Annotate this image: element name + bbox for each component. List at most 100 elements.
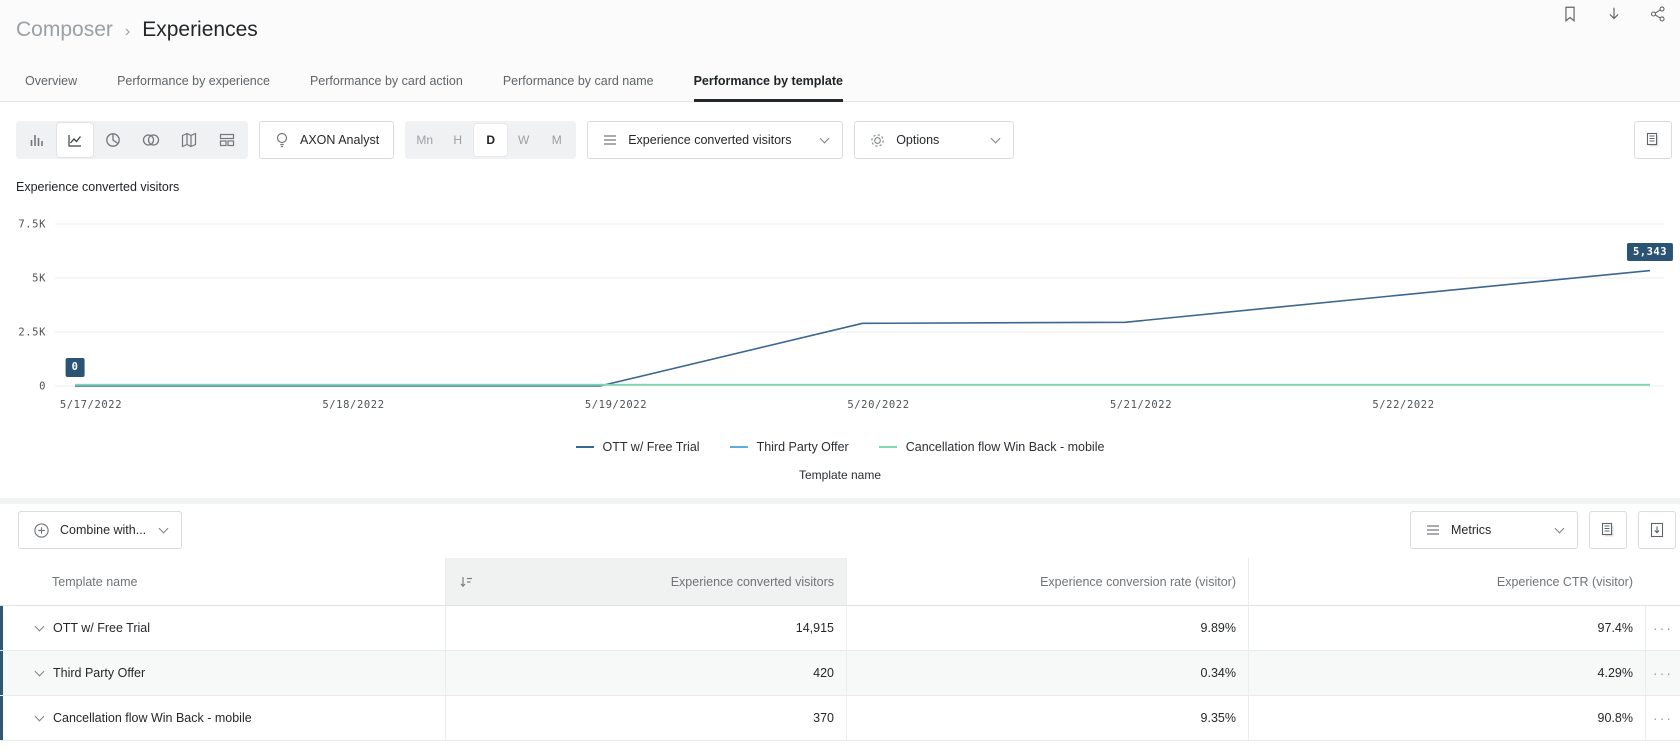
svg-text:0: 0 xyxy=(39,381,46,393)
granularity-minute[interactable]: Mn xyxy=(408,124,441,156)
svg-text:5/18/2022: 5/18/2022 xyxy=(322,399,384,411)
tab-performance-by-card-action[interactable]: Performance by card action xyxy=(310,62,463,101)
map-icon[interactable] xyxy=(171,123,207,157)
svg-text:5/17/2022: 5/17/2022 xyxy=(60,399,122,411)
granularity-switcher: Mn H D W M xyxy=(405,121,576,159)
table-row-third-party-offer[interactable]: Third Party Offer 420 0.34% 4.29% ··· xyxy=(0,651,1680,696)
row-expand-chevron-icon[interactable] xyxy=(35,621,45,631)
share-icon[interactable] xyxy=(1648,4,1668,24)
row-overflow-menu[interactable]: ··· xyxy=(1645,606,1680,650)
table-row-ott-free-trial[interactable]: OTT w/ Free Trial 14,915 9.89% 97.4% ··· xyxy=(0,606,1680,651)
download-icon[interactable] xyxy=(1604,4,1624,24)
legend-item-cancellation-flow[interactable]: Cancellation flow Win Back - mobile xyxy=(879,440,1105,454)
column-header-converted-visitors[interactable]: Experience converted visitors xyxy=(445,558,846,605)
cards-icon[interactable] xyxy=(209,123,245,157)
breadcrumb: Composer › Experiences xyxy=(16,18,258,42)
granularity-week[interactable]: W xyxy=(507,124,540,156)
tab-performance-by-card-name[interactable]: Performance by card name xyxy=(503,62,654,101)
row-expand-chevron-icon[interactable] xyxy=(35,666,45,676)
metrics-label: Metrics xyxy=(1451,523,1491,537)
converted-visitors-value: 420 xyxy=(445,651,846,695)
tab-bar: Overview Performance by experience Perfo… xyxy=(25,62,883,101)
sort-descending-icon[interactable] xyxy=(458,574,474,590)
legend-label: Third Party Offer xyxy=(757,440,849,454)
granularity-month[interactable]: M xyxy=(540,124,573,156)
table-download-button[interactable] xyxy=(1638,511,1676,549)
column-header-ctr[interactable]: Experience CTR (visitor) xyxy=(1248,558,1645,605)
combine-with-label: Combine with... xyxy=(60,523,146,537)
svg-text:2.5K: 2.5K xyxy=(18,327,46,339)
legend-item-third-party-offer[interactable]: Third Party Offer xyxy=(730,440,849,454)
template-performance-table: Template name Experience converted visit… xyxy=(0,558,1680,741)
bookmark-icon[interactable] xyxy=(1560,4,1580,24)
axon-analyst-button[interactable]: AXON Analyst xyxy=(259,121,394,159)
row-overflow-menu[interactable]: ··· xyxy=(1645,651,1680,695)
legend-item-ott-free-trial[interactable]: OTT w/ Free Trial xyxy=(576,440,700,454)
section-divider xyxy=(0,498,1680,504)
column-header-conversion-rate[interactable]: Experience conversion rate (visitor) xyxy=(846,558,1248,605)
ctr-value: 4.29% xyxy=(1248,651,1645,695)
chevron-down-icon xyxy=(159,523,169,533)
legend-swatch xyxy=(730,446,748,448)
experiences-performance-page: Composer › Experiences Overview Performa… xyxy=(0,0,1680,750)
chart-start-value-label: 0 xyxy=(66,358,85,377)
bar-chart-icon[interactable] xyxy=(19,123,55,157)
report-button[interactable] xyxy=(1634,121,1672,159)
breadcrumb-composer[interactable]: Composer xyxy=(16,18,113,42)
chart-type-switcher xyxy=(16,121,248,159)
svg-text:5/20/2022: 5/20/2022 xyxy=(847,399,909,411)
venn-icon[interactable] xyxy=(133,123,169,157)
table-report-button[interactable] xyxy=(1589,511,1627,549)
row-overflow-menu[interactable]: ··· xyxy=(1645,696,1680,740)
svg-text:5/21/2022: 5/21/2022 xyxy=(1110,399,1172,411)
converted-visitors-value: 14,915 xyxy=(445,606,846,650)
template-name: Cancellation flow Win Back - mobile xyxy=(53,711,252,725)
legend-swatch xyxy=(879,446,897,448)
tab-performance-by-template[interactable]: Performance by template xyxy=(694,62,843,101)
ctr-value: 90.8% xyxy=(1248,696,1645,740)
chart-legend: OTT w/ Free Trial Third Party Offer Canc… xyxy=(0,440,1680,454)
app-header: Composer › Experiences Overview Performa… xyxy=(0,0,1680,102)
combine-with-button[interactable]: Combine with... xyxy=(18,511,182,549)
table-header-row: Template name Experience converted visit… xyxy=(0,558,1680,606)
metric-select-dropdown[interactable]: Experience converted visitors xyxy=(587,121,843,159)
template-name-cell: Third Party Offer xyxy=(0,651,445,695)
column-header-label: Experience converted visitors xyxy=(671,575,834,589)
template-name: Third Party Offer xyxy=(53,666,145,680)
chart-title: Experience converted visitors xyxy=(16,180,179,194)
converted-visitors-value: 370 xyxy=(445,696,846,740)
granularity-hour[interactable]: H xyxy=(441,124,474,156)
tab-performance-by-experience[interactable]: Performance by experience xyxy=(117,62,270,101)
tab-overview[interactable]: Overview xyxy=(25,62,77,101)
report-icon xyxy=(1599,521,1617,539)
chevron-down-icon xyxy=(1555,523,1565,533)
granularity-day[interactable]: D xyxy=(474,124,507,156)
table-toolbar: Combine with... Metrics xyxy=(18,511,1676,549)
row-expand-chevron-icon[interactable] xyxy=(35,711,45,721)
conversion-rate-value: 0.34% xyxy=(846,651,1248,695)
list-icon xyxy=(1425,523,1441,537)
template-name-cell: OTT w/ Free Trial xyxy=(0,606,445,650)
ctr-value: 97.4% xyxy=(1248,606,1645,650)
conversion-rate-value: 9.89% xyxy=(846,606,1248,650)
line-chart-icon[interactable] xyxy=(57,123,93,157)
breadcrumb-separator: › xyxy=(125,23,130,41)
options-dropdown[interactable]: Options xyxy=(854,121,1014,159)
legend-label: OTT w/ Free Trial xyxy=(603,440,700,454)
page-title: Experiences xyxy=(142,18,258,42)
axon-analyst-label: AXON Analyst xyxy=(300,133,379,147)
metrics-dropdown[interactable]: Metrics xyxy=(1410,511,1578,549)
legend-swatch xyxy=(576,446,594,448)
options-label: Options xyxy=(896,133,939,147)
header-actions xyxy=(1560,2,1668,26)
column-header-template-name[interactable]: Template name xyxy=(0,558,445,605)
conversion-rate-value: 9.35% xyxy=(846,696,1248,740)
download-file-icon xyxy=(1648,521,1666,539)
chevron-down-icon xyxy=(820,133,830,143)
pie-chart-icon[interactable] xyxy=(95,123,131,157)
table-row-cancellation-flow[interactable]: Cancellation flow Win Back - mobile 370 … xyxy=(0,696,1680,741)
svg-text:5K: 5K xyxy=(32,273,46,285)
svg-text:5/19/2022: 5/19/2022 xyxy=(585,399,647,411)
chevron-down-icon xyxy=(991,133,1001,143)
metric-select-label: Experience converted visitors xyxy=(628,133,791,147)
